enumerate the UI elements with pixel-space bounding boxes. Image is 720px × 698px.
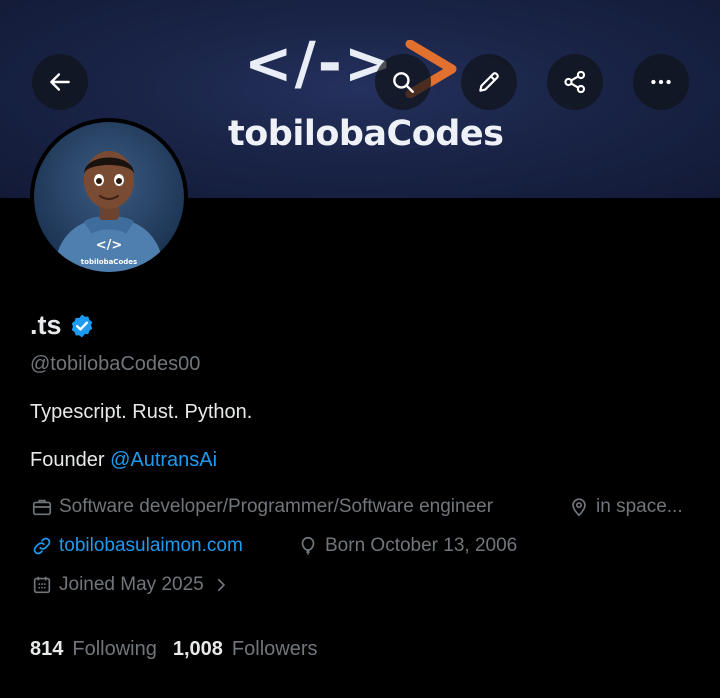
- birthday-item: Born October 13, 2006: [297, 535, 517, 557]
- balloon-icon: [301, 536, 315, 555]
- followers-link[interactable]: 1,008 Followers: [173, 638, 318, 661]
- verified-badge-icon[interactable]: [69, 313, 95, 339]
- joined-item[interactable]: Joined May 2025: [31, 574, 236, 596]
- hoodie-logo: </>: [96, 238, 123, 253]
- pencil-icon: [479, 72, 499, 92]
- chevron-right-icon: [217, 578, 225, 592]
- bio-founder-text: Founder: [30, 449, 111, 471]
- website-link[interactable]: tobilobasulaimon.com: [59, 535, 243, 557]
- birthday-text: Born October 13, 2006: [325, 535, 518, 556]
- following-label: Following: [72, 638, 157, 660]
- username-handle: @tobilobaCodes00: [30, 353, 201, 375]
- website-item[interactable]: tobilobasulaimon.com: [31, 535, 243, 557]
- briefcase-icon: [32, 499, 52, 516]
- bio-mention-link[interactable]: @AutransAi: [110, 449, 217, 471]
- arrow-left-icon: [50, 73, 70, 91]
- bio-line-1: Typescript. Rust. Python.: [30, 401, 253, 423]
- bio-line-2: Founder @AutransAi: [30, 449, 217, 472]
- avatar[interactable]: </> tobilobaCodes: [30, 118, 188, 276]
- hoodie-text: tobilobaCodes: [81, 258, 137, 266]
- joined-text: Joined May 2025: [59, 574, 204, 595]
- display-name: .ts: [30, 310, 62, 340]
- follow-stats: 814 Following 1,008 Followers: [30, 638, 318, 661]
- banner-logo-code: </->: [244, 29, 395, 97]
- edit-button[interactable]: [461, 54, 517, 110]
- profession-text: Software developer/Programmer/Software e…: [59, 496, 494, 517]
- following-count: 814: [30, 638, 64, 660]
- avatar-illustration: </> tobilobaCodes: [54, 151, 164, 272]
- profession-item: Software developer/Programmer/Software e…: [31, 496, 493, 518]
- location-pin-icon: [572, 498, 586, 517]
- calendar-icon: [33, 576, 51, 594]
- search-button[interactable]: [375, 54, 431, 110]
- share-button[interactable]: [547, 54, 603, 110]
- share-icon: [564, 70, 586, 94]
- back-button[interactable]: [32, 54, 88, 110]
- followers-count: 1,008: [172, 638, 223, 660]
- name-row: .ts: [30, 310, 95, 341]
- avatar-image: </> tobilobaCodes: [34, 122, 184, 272]
- more-button[interactable]: [633, 54, 689, 110]
- followers-label: Followers: [231, 638, 318, 660]
- location-text: in space...: [596, 496, 683, 517]
- following-link[interactable]: 814 Following: [30, 638, 157, 661]
- banner-logo-text: tobilobaCodes: [228, 114, 504, 154]
- location-item: in space...: [568, 496, 683, 518]
- link-icon: [33, 537, 51, 555]
- more-horizontal-icon: [651, 79, 671, 85]
- search-icon: [393, 72, 414, 93]
